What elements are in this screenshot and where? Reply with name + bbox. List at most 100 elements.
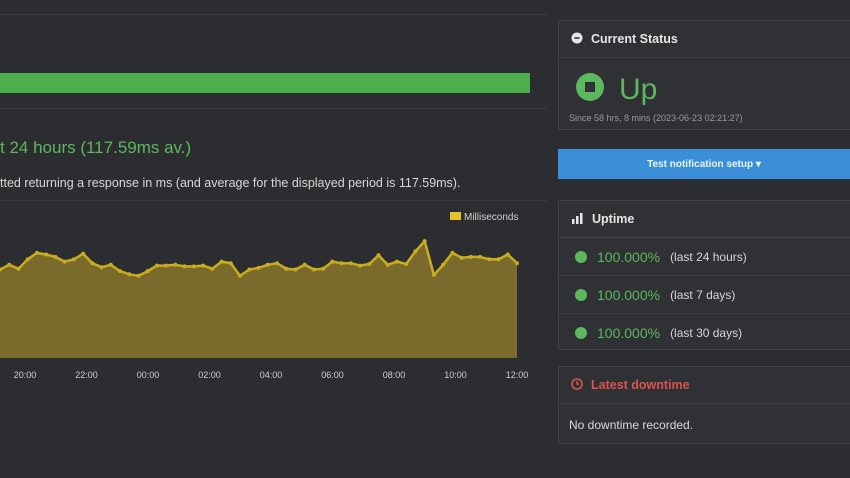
uptime-row-24h: 100.000% (last 24 hours) <box>559 238 850 276</box>
downtime-text: No downtime recorded. <box>569 418 694 432</box>
latest-downtime-title: Latest downtime <box>591 378 690 392</box>
chart-point[interactable] <box>478 254 483 259</box>
chart-point[interactable] <box>385 262 390 267</box>
chart-point[interactable] <box>219 259 224 264</box>
uptime-percent: 100.000% <box>597 248 661 265</box>
x-tick-label: 22:00 <box>75 370 98 380</box>
uptime-period: (last 24 hours) <box>670 249 747 264</box>
uptime-percent: 100.000% <box>597 324 661 341</box>
chart-point[interactable] <box>487 257 492 262</box>
x-tick-label: 10:00 <box>444 370 467 380</box>
chart-point[interactable] <box>118 269 122 274</box>
chart-point[interactable] <box>25 257 30 262</box>
chart-area-fill <box>0 241 517 358</box>
left-panel: t 24 hours (117.59ms av.) tted returning… <box>0 0 548 478</box>
chart-point[interactable] <box>7 262 12 267</box>
chart-point[interactable] <box>404 262 409 266</box>
chart-point[interactable] <box>173 262 178 267</box>
chart-point[interactable] <box>422 239 427 244</box>
chart-point[interactable] <box>34 250 39 255</box>
test-notification-button[interactable]: Test notification setup ▾ <box>558 149 850 179</box>
chart-point[interactable] <box>256 265 261 270</box>
chart-point[interactable] <box>284 266 289 271</box>
bar-chart-icon <box>571 212 584 227</box>
current-status-header: Current Status <box>559 21 850 58</box>
divider <box>0 14 548 15</box>
chart-point[interactable] <box>53 254 58 259</box>
chart-point[interactable] <box>265 262 270 267</box>
chart-point[interactable] <box>90 261 95 266</box>
status-dot-icon <box>575 250 587 263</box>
chart-point[interactable] <box>348 261 353 266</box>
chart-point[interactable] <box>210 266 215 271</box>
chart-point[interactable] <box>515 261 519 266</box>
uptime-period: (last 7 days) <box>670 287 736 302</box>
chart-point[interactable] <box>275 261 279 266</box>
chart-point[interactable] <box>136 273 141 278</box>
legend-swatch <box>450 212 461 220</box>
chart-point[interactable] <box>367 262 372 266</box>
chart-point[interactable] <box>62 259 67 264</box>
uptime-card: Uptime 100.000% (last 24 hours) 100.000%… <box>558 200 850 350</box>
chart-point[interactable] <box>127 272 132 277</box>
chart-point[interactable] <box>302 262 307 267</box>
uptime-title: Uptime <box>592 212 635 226</box>
status-row: Up <box>559 58 850 107</box>
chart-point[interactable] <box>71 257 76 262</box>
chart-point[interactable] <box>145 269 150 274</box>
chart-point[interactable] <box>164 263 169 268</box>
chart-point[interactable] <box>191 264 196 269</box>
chart-point[interactable] <box>182 264 187 269</box>
chart-plot-area <box>0 239 519 358</box>
response-time-chart[interactable]: 20:00 22:00 00:00 02:00 04:00 06:00 08:00 10:00… <box>0 200 548 400</box>
chart-point[interactable] <box>201 263 206 268</box>
chart-point[interactable] <box>395 259 399 264</box>
chart-point[interactable] <box>496 257 501 262</box>
chart-point[interactable] <box>459 255 464 260</box>
clock-icon <box>571 377 583 393</box>
chart-point[interactable] <box>238 273 242 278</box>
chart-point[interactable] <box>99 265 104 270</box>
chart-point[interactable] <box>339 261 344 266</box>
uptime-header: Uptime <box>559 201 850 238</box>
chart-point[interactable] <box>450 250 455 255</box>
chart-point[interactable] <box>16 266 21 271</box>
response-time-title: t 24 hours (117.59ms av.) <box>0 138 192 157</box>
uptime-bar[interactable] <box>0 73 530 93</box>
chart-point[interactable] <box>293 267 298 272</box>
chart-point[interactable] <box>358 263 363 268</box>
current-status-card: Current Status Up Since 58 hrs, 8 mins (… <box>558 20 850 130</box>
uptime-period: (last 30 days) <box>670 325 743 340</box>
latest-downtime-card: Latest downtime No downtime recorded. <box>558 366 850 444</box>
chart-point[interactable] <box>81 251 86 256</box>
status-dot-icon <box>575 288 587 301</box>
status-dot-icon <box>575 326 587 339</box>
x-tick-label: 06:00 <box>321 370 344 380</box>
x-tick-label: 04:00 <box>260 370 283 380</box>
chart-point[interactable] <box>441 262 446 267</box>
chart-point[interactable] <box>154 263 159 268</box>
chart-point[interactable] <box>431 273 436 277</box>
chart-point[interactable] <box>413 249 418 254</box>
uptime-row-7d: 100.000% (last 7 days) <box>559 276 850 314</box>
chart-point[interactable] <box>468 254 473 259</box>
chart-point[interactable] <box>44 252 49 257</box>
chart-point[interactable] <box>228 261 233 266</box>
chart-point[interactable] <box>330 259 335 264</box>
x-tick-label: 12:00 <box>506 370 529 380</box>
latest-downtime-header: Latest downtime <box>559 367 850 404</box>
response-time-description: tted returning a response in ms (and ave… <box>0 176 461 190</box>
info-circle-icon <box>571 32 583 47</box>
chart-point[interactable] <box>376 253 381 258</box>
chart-point[interactable] <box>505 252 510 257</box>
chart-legend: Milliseconds <box>450 212 518 223</box>
chart-point[interactable] <box>321 266 326 271</box>
x-tick-label: 00:00 <box>137 370 160 380</box>
current-status-title: Current Status <box>591 32 678 46</box>
status-up-icon <box>575 72 605 107</box>
chart-point[interactable] <box>311 267 316 272</box>
status-since: Since 58 hrs, 8 mins (2023-06-23 02:21:2… <box>569 113 743 123</box>
uptime-row-30d: 100.000% (last 30 days) <box>559 314 850 351</box>
chart-point[interactable] <box>108 262 113 267</box>
chart-point[interactable] <box>247 267 252 272</box>
